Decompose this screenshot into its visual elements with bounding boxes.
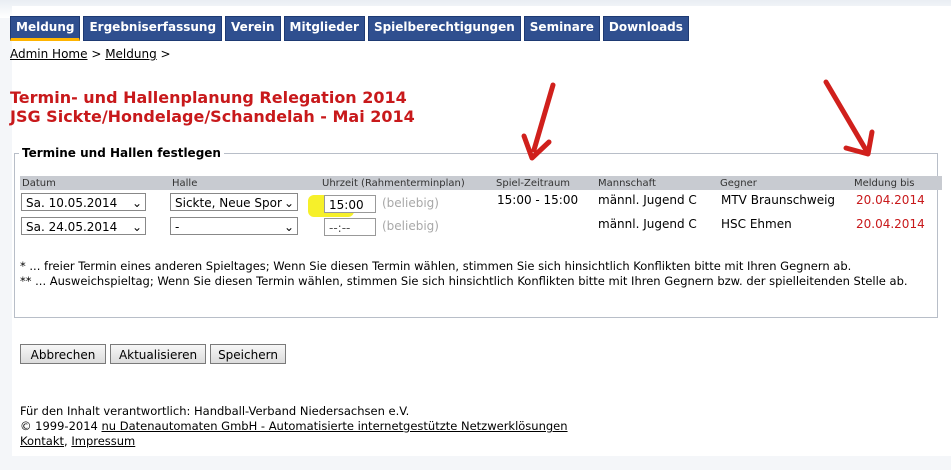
uhrzeit-hint-row1: (beliebig): [382, 196, 439, 210]
table-header: Datum Halle Uhrzeit (Rahmenterminplan) S…: [20, 176, 942, 190]
datum-select-row1[interactable]: Sa. 10.05.2014 ⌄: [21, 193, 146, 211]
datum-value: Sa. 24.05.2014: [26, 220, 118, 234]
col-header-gegner: Gegner: [720, 178, 757, 189]
chevron-down-icon: ⌄: [283, 196, 294, 210]
col-header-uhrzeit: Uhrzeit (Rahmenterminplan): [322, 178, 465, 189]
col-header-mannschaft: Mannschaft: [598, 178, 656, 189]
halle-value: -: [175, 220, 180, 234]
uhrzeit-hint-row2: (beliebig): [382, 219, 439, 233]
impressum-link[interactable]: Impressum: [71, 434, 135, 448]
mannschaft-row1: männl. Jugend C: [598, 193, 697, 207]
refresh-button[interactable]: Aktualisieren: [110, 344, 206, 364]
fieldset-legend: Termine und Hallen festlegen: [22, 146, 221, 160]
tab-ergebniserfassung[interactable]: Ergebniserfassung: [83, 16, 223, 41]
col-header-meldung-bis: Meldung bis: [854, 178, 915, 189]
meldung-bis-row2: 20.04.2014: [856, 217, 925, 231]
uhrzeit-input-row2[interactable]: --:--: [324, 218, 376, 236]
tab-spielberechtigungen[interactable]: Spielberechtigungen: [367, 16, 521, 41]
red-arrow-icon: [823, 79, 875, 157]
halle-value: Sickte, Neue Spor: [175, 196, 282, 210]
tab-verein[interactable]: Verein: [225, 16, 281, 41]
datum-value: Sa. 10.05.2014: [26, 196, 118, 210]
tab-mitglieder[interactable]: Mitglieder: [283, 16, 365, 41]
halle-select-row1[interactable]: Sickte, Neue Spor ⌄: [170, 193, 298, 211]
spiel-zeitraum-row1: 15:00 - 15:00: [497, 193, 579, 207]
main-nav: Meldung Ergebniserfassung Verein Mitglie…: [10, 16, 689, 41]
uhrzeit-input-row1[interactable]: 15:00: [324, 195, 376, 213]
breadcrumb-separator: >: [87, 47, 106, 61]
datenautomaten-link[interactable]: nu Datenautomaten GmbH - Automatisierte …: [102, 419, 568, 433]
col-header-halle: Halle: [172, 178, 198, 189]
footer-copyright: © 1999-2014 nu Datenautomaten GmbH - Aut…: [20, 419, 568, 433]
copyright-text: © 1999-2014: [20, 419, 102, 433]
footnote-freier-termin: * ... freier Termin eines anderen Spielt…: [20, 259, 852, 273]
meldung-bis-row1: 20.04.2014: [856, 193, 925, 207]
red-arrow-icon: [521, 82, 556, 161]
footer-responsible: Für den Inhalt verantwortlich: Handball-…: [20, 404, 410, 418]
halle-select-row2[interactable]: - ⌄: [170, 217, 298, 235]
chevron-down-icon: ⌄: [131, 220, 142, 234]
breadcrumb-home-link[interactable]: Admin Home: [10, 47, 88, 61]
breadcrumb: Admin Home > Meldung >: [10, 47, 171, 61]
chevron-down-icon: ⌄: [283, 220, 294, 234]
gegner-row1: MTV Braunschweig: [721, 193, 836, 207]
chevron-down-icon: ⌄: [131, 196, 142, 210]
page-title: Termin- und Hallenplanung Relegation 201…: [10, 88, 415, 126]
tab-downloads[interactable]: Downloads: [602, 16, 689, 41]
cancel-button[interactable]: Abbrechen: [20, 344, 106, 364]
col-header-datum: Datum: [22, 178, 56, 189]
footnote-ausweichspieltag: ** ... Ausweichspieltag; Wenn Sie diesen…: [20, 274, 908, 288]
tab-meldung[interactable]: Meldung: [10, 16, 81, 41]
termine-fieldset: Termine und Hallen festlegen: [14, 146, 938, 318]
page-title-line2: JSG Sickte/Hondelage/Schandelah - Mai 20…: [10, 107, 415, 126]
gegner-row2: HSC Ehmen: [721, 217, 792, 231]
mannschaft-row2: männl. Jugend C: [598, 217, 697, 231]
breadcrumb-separator: >: [156, 47, 171, 61]
footer-links: Kontakt, Impressum: [20, 434, 135, 448]
page-title-line1: Termin- und Hallenplanung Relegation 201…: [10, 88, 407, 107]
col-header-spiel-zeitraum: Spiel-Zeitraum: [496, 178, 571, 189]
breadcrumb-meldung-link[interactable]: Meldung: [105, 47, 157, 61]
save-button[interactable]: Speichern: [210, 344, 286, 364]
tab-seminare[interactable]: Seminare: [523, 16, 600, 41]
datum-select-row2[interactable]: Sa. 24.05.2014 ⌄: [21, 217, 146, 235]
kontakt-link[interactable]: Kontakt: [20, 434, 64, 448]
